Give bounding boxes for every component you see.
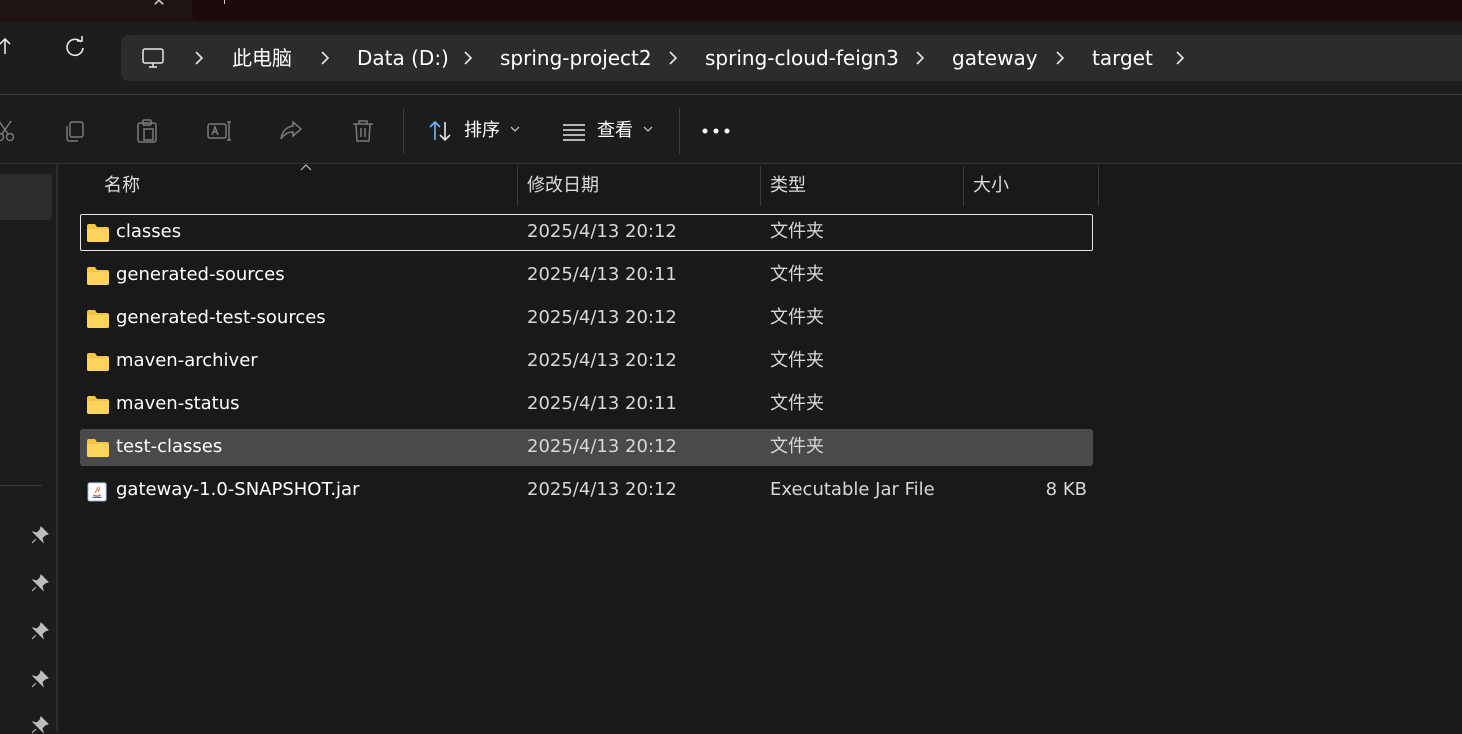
delete-icon[interactable] <box>350 118 376 144</box>
toolbar-separator <box>679 108 680 154</box>
folder-icon <box>87 267 109 285</box>
toolbar-separator <box>403 108 404 154</box>
column-separator[interactable] <box>1098 166 1099 206</box>
breadcrumb-item[interactable]: spring-cloud-feign3 <box>705 46 899 70</box>
file-modified: 2025/4/13 20:12 <box>527 307 677 328</box>
folder-icon <box>87 439 109 457</box>
rename-icon[interactable] <box>206 118 232 144</box>
close-icon[interactable]: ✕ <box>150 0 168 10</box>
sort-icon[interactable] <box>427 118 453 144</box>
share-icon[interactable] <box>278 118 304 144</box>
file-type: Executable Jar File <box>770 479 935 500</box>
column-separator[interactable] <box>760 166 761 206</box>
file-name: maven-status <box>116 393 240 414</box>
copy-icon[interactable] <box>62 118 88 144</box>
file-row-gateway-jar[interactable]: gateway-1.0-SNAPSHOT.jar 2025/4/13 20:12… <box>80 472 1093 509</box>
folder-icon <box>87 353 109 371</box>
chevron-right-icon[interactable] <box>319 49 331 67</box>
sort-ascending-icon <box>300 164 312 171</box>
column-header-type[interactable]: 类型 <box>770 174 806 198</box>
column-separator[interactable] <box>517 166 518 206</box>
file-name: test-classes <box>116 436 223 457</box>
file-modified: 2025/4/13 20:12 <box>527 221 677 242</box>
chevron-right-icon[interactable] <box>914 49 926 67</box>
file-type: 文件夹 <box>770 436 824 457</box>
text-cursor <box>224 0 225 4</box>
file-row-generated-sources[interactable]: generated-sources 2025/4/13 20:11 文件夹 <box>80 257 1093 294</box>
pin-icon[interactable] <box>31 716 49 734</box>
pin-icon[interactable] <box>31 526 49 544</box>
java-jar-icon <box>87 482 107 502</box>
pin-icon[interactable] <box>31 574 49 592</box>
file-type: 文件夹 <box>770 264 824 285</box>
breadcrumb-item[interactable]: 此电脑 <box>232 46 292 70</box>
folder-icon <box>87 310 109 328</box>
view-icon[interactable] <box>561 118 587 144</box>
breadcrumb-item[interactable]: target <box>1092 46 1153 70</box>
cut-icon[interactable] <box>0 118 18 144</box>
column-separator[interactable] <box>963 166 964 206</box>
file-type: 文件夹 <box>770 307 824 328</box>
file-name: classes <box>116 221 182 242</box>
chevron-right-icon[interactable] <box>1174 49 1186 67</box>
chevron-down-icon[interactable] <box>643 124 653 134</box>
file-modified: 2025/4/13 20:11 <box>527 264 677 285</box>
sort-button[interactable]: 排序 <box>464 119 500 143</box>
file-name: gateway-1.0-SNAPSHOT.jar <box>116 479 360 500</box>
pane-splitter[interactable] <box>56 164 58 732</box>
breadcrumb-item[interactable]: spring-project2 <box>500 46 652 70</box>
navigation-pane <box>0 164 56 732</box>
pin-icon[interactable] <box>31 622 49 640</box>
refresh-icon[interactable] <box>64 36 86 58</box>
chevron-right-icon[interactable] <box>1054 49 1066 67</box>
file-type: 文件夹 <box>770 221 824 242</box>
breadcrumb-item[interactable]: gateway <box>952 46 1038 70</box>
pin-icon[interactable] <box>31 670 49 688</box>
file-type: 文件夹 <box>770 350 824 371</box>
file-size: 8 KB <box>1045 479 1087 500</box>
file-modified: 2025/4/13 20:11 <box>527 393 677 414</box>
column-header-name[interactable]: 名称 <box>104 174 140 198</box>
file-row-generated-test-sources[interactable]: generated-test-sources 2025/4/13 20:12 文… <box>80 300 1093 337</box>
file-modified: 2025/4/13 20:12 <box>527 350 677 371</box>
divider <box>0 163 1462 164</box>
more-icon[interactable] <box>702 128 730 134</box>
folder-icon <box>87 396 109 414</box>
column-header-modified[interactable]: 修改日期 <box>527 174 599 198</box>
file-row-maven-archiver[interactable]: maven-archiver 2025/4/13 20:12 文件夹 <box>80 343 1093 380</box>
file-modified: 2025/4/13 20:12 <box>527 436 677 457</box>
active-tab[interactable] <box>192 0 1462 21</box>
breadcrumb-item[interactable]: Data (D:) <box>357 46 449 70</box>
nav-divider <box>0 485 42 486</box>
file-row-maven-status[interactable]: maven-status 2025/4/13 20:11 文件夹 <box>80 386 1093 423</box>
file-modified: 2025/4/13 20:12 <box>527 479 677 500</box>
chevron-down-icon[interactable] <box>510 124 520 134</box>
file-row-classes[interactable]: classes 2025/4/13 20:12 文件夹 <box>80 214 1093 251</box>
file-row-test-classes[interactable]: test-classes 2025/4/13 20:12 文件夹 <box>80 429 1093 466</box>
view-button[interactable]: 查看 <box>597 119 633 143</box>
file-name: generated-sources <box>116 264 285 285</box>
nav-item-selected[interactable] <box>0 174 52 220</box>
paste-icon[interactable] <box>134 118 160 144</box>
chevron-right-icon[interactable] <box>193 49 205 67</box>
file-name: generated-test-sources <box>116 307 326 328</box>
up-arrow-icon[interactable] <box>0 36 20 56</box>
file-type: 文件夹 <box>770 393 824 414</box>
this-pc-icon[interactable] <box>141 46 165 70</box>
column-header-size[interactable]: 大小 <box>973 174 1009 198</box>
chevron-right-icon[interactable] <box>462 49 474 67</box>
chevron-right-icon[interactable] <box>667 49 679 67</box>
file-name: maven-archiver <box>116 350 258 371</box>
folder-icon <box>87 224 109 242</box>
